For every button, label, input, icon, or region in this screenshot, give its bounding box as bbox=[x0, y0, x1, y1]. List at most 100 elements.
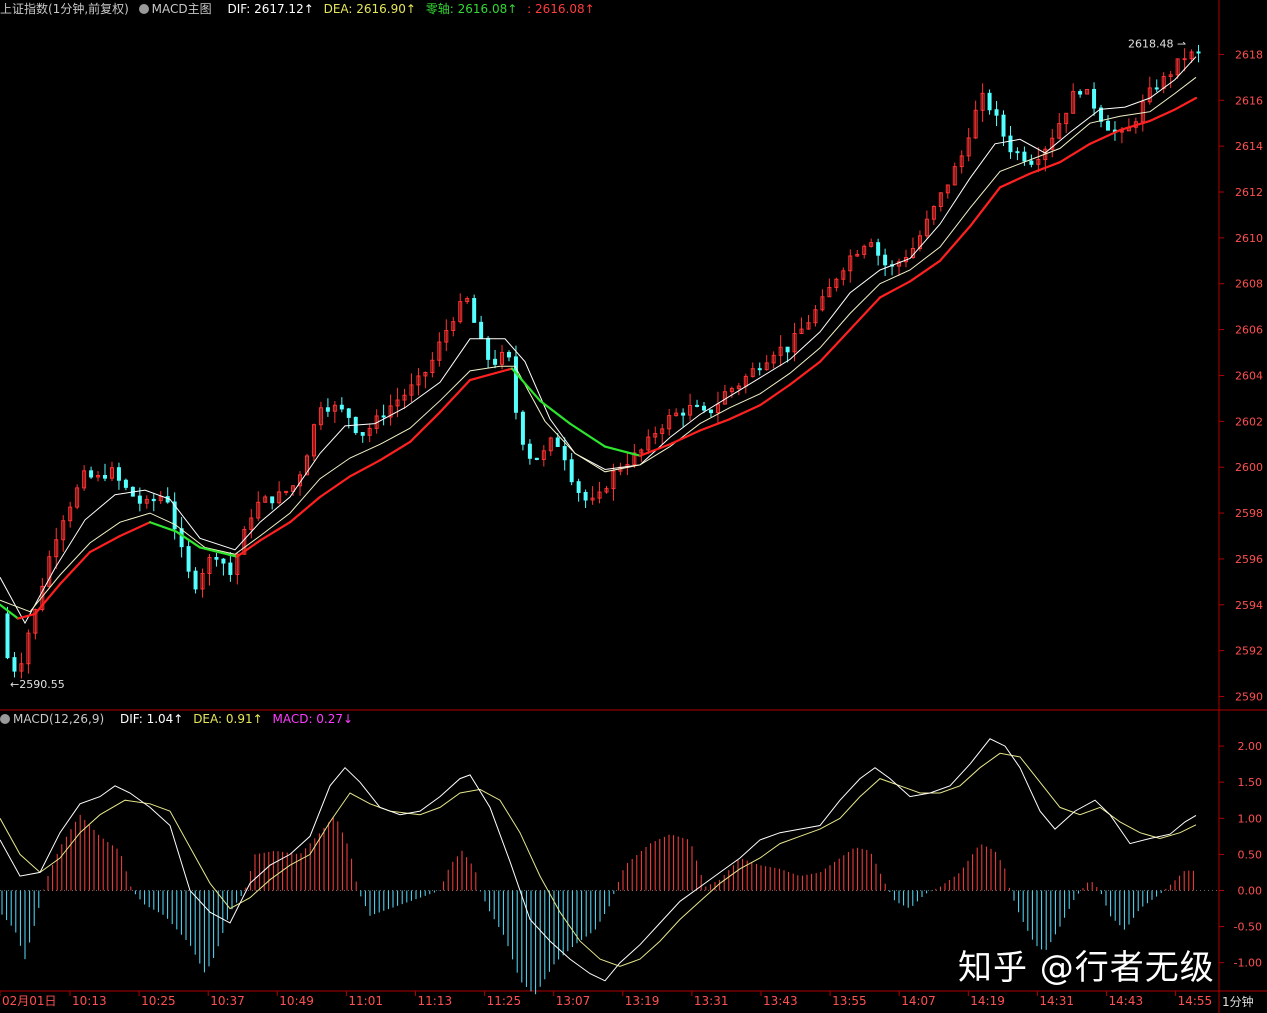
candle-body bbox=[479, 321, 484, 339]
time-tick-label: 13:31 bbox=[694, 994, 729, 1008]
candle-body bbox=[994, 109, 999, 116]
candle-body bbox=[5, 613, 10, 659]
candle-body bbox=[681, 412, 686, 416]
time-tick-label: 10:25 bbox=[141, 994, 176, 1008]
zero-axis-segment bbox=[348, 459, 382, 478]
macd-tick-label: 1.50 bbox=[1238, 776, 1263, 789]
time-tick-label: 14:19 bbox=[970, 994, 1005, 1008]
candle-body bbox=[1022, 151, 1027, 162]
zero-axis-segment bbox=[118, 521, 152, 538]
candle-body bbox=[708, 409, 713, 414]
time-tick-label: 10:37 bbox=[210, 994, 245, 1008]
time-tick-label: 14:55 bbox=[1178, 994, 1213, 1008]
candle-body bbox=[186, 546, 191, 572]
macd-tick-label: 0.00 bbox=[1238, 885, 1263, 898]
candle-body bbox=[987, 92, 992, 111]
candle-body bbox=[346, 408, 351, 418]
zero-axis-segment bbox=[1173, 96, 1198, 111]
candle-body bbox=[193, 570, 198, 590]
candle-body bbox=[757, 368, 762, 371]
candle-body bbox=[381, 415, 386, 418]
candle-body bbox=[702, 405, 707, 411]
candle-body bbox=[284, 490, 289, 493]
zero-axis-segment bbox=[408, 411, 442, 444]
candle-body bbox=[339, 404, 344, 410]
price-tick-label: 2600 bbox=[1235, 461, 1263, 474]
candle-body bbox=[179, 528, 184, 548]
candle-body bbox=[785, 346, 790, 353]
candle-body bbox=[576, 481, 581, 493]
candle-body bbox=[883, 254, 888, 266]
candle-body bbox=[228, 562, 233, 575]
time-tick-label: 13:43 bbox=[763, 994, 798, 1008]
chart-canvas[interactable]: 2618.48 ⇀ ←2590.55 2590 2592 2594 2596 2598 26… bbox=[0, 0, 1267, 1013]
price-tick-label: 2612 bbox=[1235, 186, 1263, 199]
price-tick-label: 2610 bbox=[1235, 232, 1263, 245]
zero-axis-segment bbox=[1148, 108, 1177, 123]
candle-body bbox=[1182, 58, 1187, 61]
price-tick-label: 2598 bbox=[1235, 507, 1263, 520]
price-tick-label: 2618 bbox=[1235, 48, 1263, 61]
time-tick-label: 11:25 bbox=[487, 994, 522, 1008]
candle-body bbox=[325, 407, 330, 412]
candle-body bbox=[116, 467, 121, 481]
candle-body bbox=[1008, 135, 1013, 153]
zero-axis-segment bbox=[788, 360, 822, 386]
candle-body bbox=[527, 443, 532, 459]
zero-axis-segment bbox=[1088, 128, 1122, 145]
candle-body bbox=[1001, 114, 1006, 137]
timeframe-label[interactable]: 1分钟 bbox=[1222, 993, 1254, 1010]
macd-tick-label: 1.00 bbox=[1238, 812, 1263, 825]
price-tick-label: 2614 bbox=[1235, 140, 1263, 153]
price-tick-label: 2616 bbox=[1235, 94, 1263, 107]
dea-line bbox=[0, 752, 1197, 967]
candle-body bbox=[1196, 51, 1201, 54]
price-tick-label: 2602 bbox=[1235, 415, 1263, 428]
axes: 2590 2592 2594 2596 2598 2600 2602 2604 2606 2608… bbox=[0, 48, 1263, 1008]
candle-body bbox=[562, 446, 567, 461]
zero-axis-segment bbox=[1058, 142, 1092, 164]
price-panel[interactable]: 2618.48 ⇀ ←2590.55 bbox=[0, 37, 1201, 691]
candle-body bbox=[1154, 87, 1159, 90]
price-tick-label: 2592 bbox=[1235, 645, 1263, 658]
time-tick-label: 10:49 bbox=[279, 994, 314, 1008]
zero-axis-segment bbox=[758, 383, 792, 407]
zero-axis-segment bbox=[968, 186, 1002, 228]
zero-axis-segment bbox=[235, 539, 262, 558]
candle-body bbox=[89, 470, 94, 478]
candle-body bbox=[137, 495, 142, 504]
zero-axis-segment bbox=[728, 404, 762, 421]
time-tick-label: 13:19 bbox=[625, 994, 660, 1008]
candle-body bbox=[1092, 88, 1097, 109]
macd-tick-label: 0.50 bbox=[1238, 848, 1263, 861]
candle-body bbox=[151, 498, 156, 502]
candle-body bbox=[534, 457, 539, 460]
time-tick-label: 02月01日 bbox=[2, 994, 57, 1008]
zero-axis-segment bbox=[998, 172, 1032, 189]
zero-axis-segment bbox=[818, 328, 852, 363]
candle-body bbox=[221, 558, 226, 564]
candle-body bbox=[486, 337, 491, 360]
zero-axis-segment bbox=[878, 280, 912, 299]
candle-body bbox=[695, 404, 700, 407]
zero-axis-segment bbox=[88, 534, 122, 554]
time-tick-label: 10:13 bbox=[72, 994, 107, 1008]
time-tick-label: 14:07 bbox=[901, 994, 936, 1008]
candle-body bbox=[1029, 160, 1034, 165]
price-tick-label: 2590 bbox=[1235, 691, 1263, 704]
price-tick-label: 2596 bbox=[1235, 553, 1263, 566]
candle-body bbox=[360, 432, 365, 436]
candle-body bbox=[520, 411, 525, 445]
macd-tick-label: 2.00 bbox=[1238, 740, 1263, 753]
candle-body bbox=[513, 356, 518, 413]
candle-body bbox=[12, 657, 17, 672]
candle-body bbox=[876, 242, 881, 256]
low-annotation: ←2590.55 bbox=[10, 678, 65, 691]
price-tick-label: 2606 bbox=[1235, 324, 1263, 337]
watermark: 知乎 @行者无级 bbox=[958, 948, 1215, 988]
zero-axis-segment bbox=[938, 225, 972, 262]
candle-body bbox=[555, 437, 560, 448]
time-tick-label: 13:07 bbox=[556, 994, 591, 1008]
fast-average-line bbox=[0, 56, 1197, 625]
macd-tick-label: -1.00 bbox=[1234, 957, 1262, 970]
